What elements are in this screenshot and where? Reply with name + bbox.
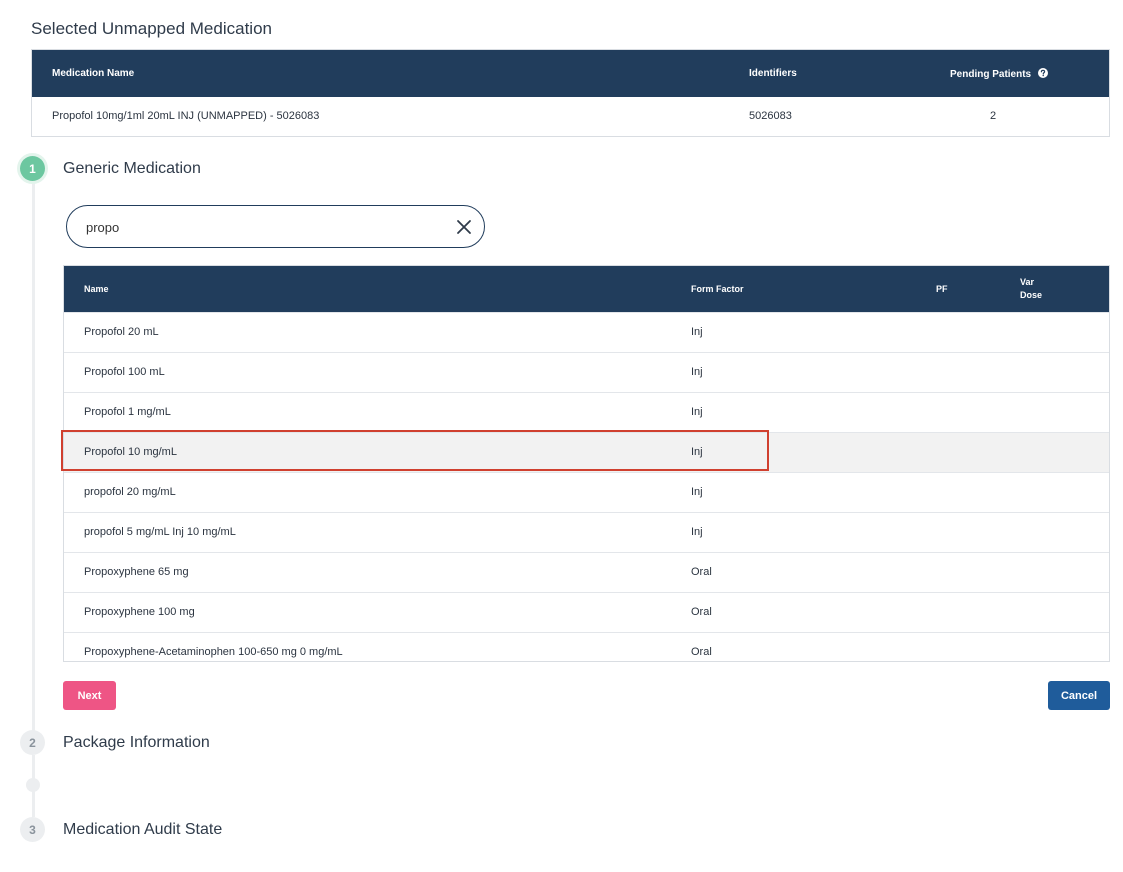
form-factor-cell: Oral [691,646,712,658]
var-dose-label-line1: Var [1020,277,1035,287]
var-dose-label-line2: Dose [1020,290,1043,300]
form-factor-cell: Inj [691,486,703,498]
column-header-identifiers: Identifiers [749,68,797,79]
medication-results-table: Name Form Factor PF Var Dose Propofol 20… [63,265,1110,662]
form-factor-cell: Inj [691,406,703,418]
form-factor-cell: Inj [691,446,703,458]
medication-name-cell: Propofol 20 mL [84,326,159,338]
medication-name-cell: Propoxyphene 65 mg [84,566,189,578]
step-1-title: Generic Medication [63,160,201,177]
results-header: Name Form Factor PF Var Dose [64,266,1109,312]
table-row[interactable]: Propoxyphene-Acetaminophen 100-650 mg 0 … [64,632,1109,661]
step-connector-dot [26,778,40,792]
table-row[interactable]: Propoxyphene 100 mg Oral [64,592,1109,632]
table-row-selected[interactable]: Propofol 10 mg/mL Inj [64,432,1109,472]
medication-name-cell: propofol 20 mg/mL [84,486,176,498]
step-3-indicator: 3 [20,817,45,842]
selected-medication-pending-count: 2 [990,110,997,122]
column-header-pending-patients: Pending Patients [950,68,1048,80]
step-3-title: Medication Audit State [63,821,223,838]
table-row[interactable]: propofol 20 mg/mL Inj [64,472,1109,512]
help-icon[interactable] [1037,68,1048,78]
table-row[interactable]: propofol 5 mg/mL Inj 10 mg/mL Inj [64,512,1109,552]
medication-name-cell: Propoxyphene-Acetaminophen 100-650 mg 0 … [84,646,343,658]
table-row[interactable]: Propofol 100 mL Inj [64,352,1109,392]
column-header-pf: PF [936,284,948,294]
form-factor-cell: Oral [691,566,712,578]
step-1-indicator: 1 [20,156,45,181]
selected-medication-name: Propofol 10mg/1ml 20mL INJ (UNMAPPED) - … [52,110,320,122]
table-row[interactable]: Propofol 20 mL Inj [64,312,1109,352]
table-row[interactable]: Propofol 1 mg/mL Inj [64,392,1109,432]
table-row[interactable]: Propoxyphene 65 mg Oral [64,552,1109,592]
form-factor-cell: Inj [691,526,703,538]
medication-search-box [66,205,485,248]
close-icon[interactable] [456,219,472,235]
column-header-name: Name [84,284,109,294]
medication-name-cell: Propofol 100 mL [84,366,165,378]
selected-medication-row: Propofol 10mg/1ml 20mL INJ (UNMAPPED) - … [32,97,1109,136]
medication-name-cell: Propofol 1 mg/mL [84,406,171,418]
column-header-var-dose: Var Dose [1020,276,1042,302]
selected-medication-table: Medication Name Identifiers Pending Pati… [31,49,1110,137]
medication-name-cell: Propoxyphene 100 mg [84,606,195,618]
form-factor-cell: Inj [691,366,703,378]
selected-medication-identifiers: 5026083 [749,110,792,122]
cancel-button[interactable]: Cancel [1048,681,1110,710]
selected-medication-header: Medication Name Identifiers Pending Pati… [32,50,1109,97]
column-header-form-factor: Form Factor [691,284,744,294]
page-title: Selected Unmapped Medication [31,19,272,38]
medication-name-cell: Propofol 10 mg/mL [84,446,177,458]
step-2-title: Package Information [63,734,210,751]
step-2-indicator: 2 [20,730,45,755]
medication-name-cell: propofol 5 mg/mL Inj 10 mg/mL [84,526,236,538]
stepper-rail [32,181,35,731]
form-factor-cell: Oral [691,606,712,618]
next-button[interactable]: Next [63,681,116,710]
pending-patients-label: Pending Patients [950,69,1032,80]
form-factor-cell: Inj [691,326,703,338]
medication-search-input[interactable] [86,216,426,238]
column-header-medication-name: Medication Name [52,68,135,79]
